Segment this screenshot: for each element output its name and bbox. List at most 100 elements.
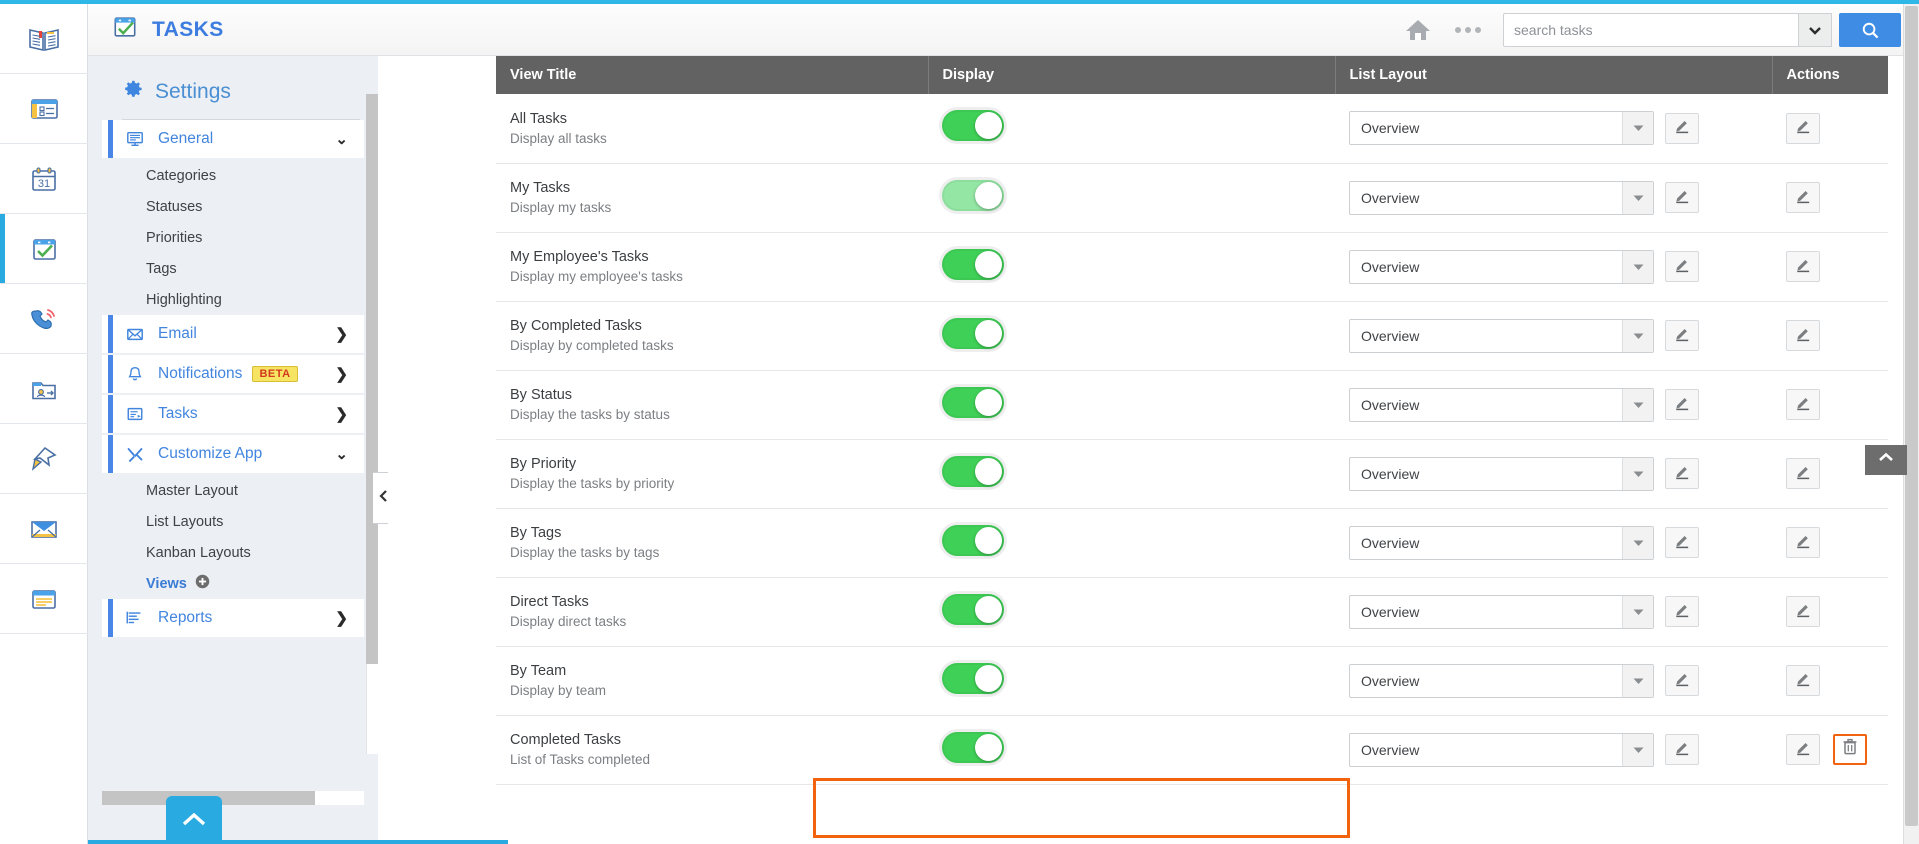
chevron-down-icon[interactable]: ⌄ — [335, 130, 348, 148]
chevron-right-icon[interactable]: ❯ — [335, 405, 348, 423]
search-input[interactable] — [1503, 13, 1798, 47]
edit-layout-button[interactable] — [1665, 320, 1699, 351]
sidebar-item-kanban-layouts[interactable]: Kanban Layouts — [102, 537, 364, 568]
caret-down-icon[interactable] — [1622, 526, 1653, 559]
sidebar-item-notifications[interactable]: Notifications BETA ❯ — [102, 355, 364, 393]
display-toggle[interactable] — [942, 593, 1004, 625]
caret-down-icon[interactable] — [1622, 664, 1653, 697]
caret-down-icon[interactable] — [1622, 457, 1653, 490]
rail-item-knowledge[interactable] — [0, 4, 88, 74]
sidebar-item-tags[interactable]: Tags — [102, 253, 364, 284]
edit-layout-button[interactable] — [1665, 527, 1699, 558]
sidebar-item-reports[interactable]: Reports ❯ — [102, 599, 364, 637]
display-toggle[interactable] — [942, 386, 1004, 418]
list-layout-select[interactable]: Overview — [1349, 318, 1654, 353]
sidebar-item-master-layout[interactable]: Master Layout — [102, 475, 364, 506]
caret-down-icon[interactable] — [1622, 112, 1653, 145]
edit-layout-button[interactable] — [1665, 734, 1699, 765]
edit-layout-button[interactable] — [1665, 112, 1699, 144]
display-toggle[interactable] — [942, 179, 1004, 211]
caret-down-icon[interactable] — [1622, 250, 1653, 283]
caret-down-icon[interactable] — [1622, 388, 1653, 421]
list-layout-select[interactable]: Overview — [1349, 732, 1654, 767]
caret-down-icon[interactable] — [1622, 319, 1653, 352]
sidebar-item-tasks[interactable]: Tasks ❯ — [102, 395, 364, 433]
page-scrollbar-thumb[interactable] — [1905, 6, 1918, 826]
display-toggle[interactable] — [942, 524, 1004, 556]
pin-icon — [27, 442, 61, 476]
list-layout-select[interactable]: Overview — [1349, 594, 1654, 629]
list-layout-select[interactable]: Overview — [1349, 249, 1654, 284]
sidebar-item-highlighting[interactable]: Highlighting — [102, 284, 364, 315]
edit-view-button[interactable] — [1786, 734, 1820, 765]
edit-view-button[interactable] — [1786, 320, 1820, 351]
scroll-to-top-chip[interactable] — [1865, 445, 1907, 475]
rail-item-news[interactable] — [0, 74, 88, 144]
view-title: My Employee's Tasks — [510, 249, 649, 265]
sidebar-item-views[interactable]: Views — [102, 568, 364, 599]
mail-envelope-icon — [27, 512, 61, 546]
rail-item-tasks[interactable] — [0, 214, 88, 284]
row-actions — [1786, 458, 1874, 489]
more-dots-icon[interactable] — [1449, 21, 1487, 39]
display-toggle[interactable] — [942, 662, 1004, 694]
edit-view-button[interactable] — [1786, 112, 1820, 144]
scroll-to-top-button[interactable] — [166, 796, 222, 844]
search-button[interactable] — [1839, 13, 1901, 47]
display-toggle[interactable] — [942, 248, 1004, 280]
list-layout-select[interactable]: Overview — [1349, 456, 1654, 491]
view-title: By Tags — [510, 525, 562, 541]
list-layout-select[interactable]: Overview — [1349, 111, 1654, 146]
sidebar-scrollbar-thumb[interactable] — [366, 94, 378, 664]
sidebar-item-general[interactable]: General ⌄ — [102, 120, 364, 158]
sidebar-item-categories[interactable]: Categories — [102, 160, 364, 191]
caret-down-icon[interactable] — [1622, 733, 1653, 766]
edit-view-button[interactable] — [1786, 389, 1820, 420]
list-layout-select[interactable]: Overview — [1349, 180, 1654, 215]
edit-view-button[interactable] — [1786, 182, 1820, 213]
display-toggle[interactable] — [942, 110, 1004, 142]
edit-layout-button[interactable] — [1665, 458, 1699, 489]
home-icon[interactable] — [1403, 15, 1433, 45]
display-toggle[interactable] — [942, 731, 1004, 763]
views-table-body: All Tasks Display all tasks Overview My Tas… — [496, 94, 1888, 785]
chevron-down-icon[interactable]: ⌄ — [335, 445, 348, 463]
edit-view-button[interactable] — [1786, 527, 1820, 558]
nav-group-general: General ⌄ Categories Statuses Priorities… — [102, 120, 364, 315]
sidebar-item-email[interactable]: Email ❯ — [102, 315, 364, 353]
chevron-down-icon[interactable] — [1798, 13, 1832, 47]
rail-item-calendar[interactable]: 31 — [0, 144, 88, 214]
edit-layout-button[interactable] — [1665, 182, 1699, 213]
rail-item-notes[interactable] — [0, 564, 88, 634]
toggle-knob — [975, 595, 1002, 623]
settings-heading-label: Settings — [155, 79, 231, 103]
plus-circle-icon[interactable] — [195, 574, 210, 593]
edit-layout-button[interactable] — [1665, 389, 1699, 420]
chevron-right-icon[interactable]: ❯ — [335, 325, 348, 343]
sidebar-item-priorities[interactable]: Priorities — [102, 222, 364, 253]
chevron-right-icon[interactable]: ❯ — [335, 365, 348, 383]
edit-view-button[interactable] — [1786, 458, 1820, 489]
edit-view-button[interactable] — [1786, 251, 1820, 282]
edit-view-button[interactable] — [1786, 665, 1820, 696]
rail-item-calls[interactable] — [0, 284, 88, 354]
delete-view-button[interactable] — [1833, 734, 1867, 765]
sidebar-item-customize-app[interactable]: Customize App ⌄ — [102, 435, 364, 473]
chevron-right-icon[interactable]: ❯ — [335, 609, 348, 627]
caret-down-icon[interactable] — [1622, 181, 1653, 214]
sidebar-item-statuses[interactable]: Statuses — [102, 191, 364, 222]
list-layout-select[interactable]: Overview — [1349, 387, 1654, 422]
rail-item-contacts[interactable] — [0, 354, 88, 424]
edit-layout-button[interactable] — [1665, 251, 1699, 282]
list-layout-select[interactable]: Overview — [1349, 525, 1654, 560]
caret-down-icon[interactable] — [1622, 595, 1653, 628]
list-layout-select[interactable]: Overview — [1349, 663, 1654, 698]
edit-view-button[interactable] — [1786, 596, 1820, 627]
sidebar-item-list-layouts[interactable]: List Layouts — [102, 506, 364, 537]
rail-item-pinned[interactable] — [0, 424, 88, 494]
display-toggle[interactable] — [942, 455, 1004, 487]
edit-layout-button[interactable] — [1665, 665, 1699, 696]
display-toggle[interactable] — [942, 317, 1004, 349]
edit-layout-button[interactable] — [1665, 596, 1699, 627]
rail-item-mail[interactable] — [0, 494, 88, 564]
